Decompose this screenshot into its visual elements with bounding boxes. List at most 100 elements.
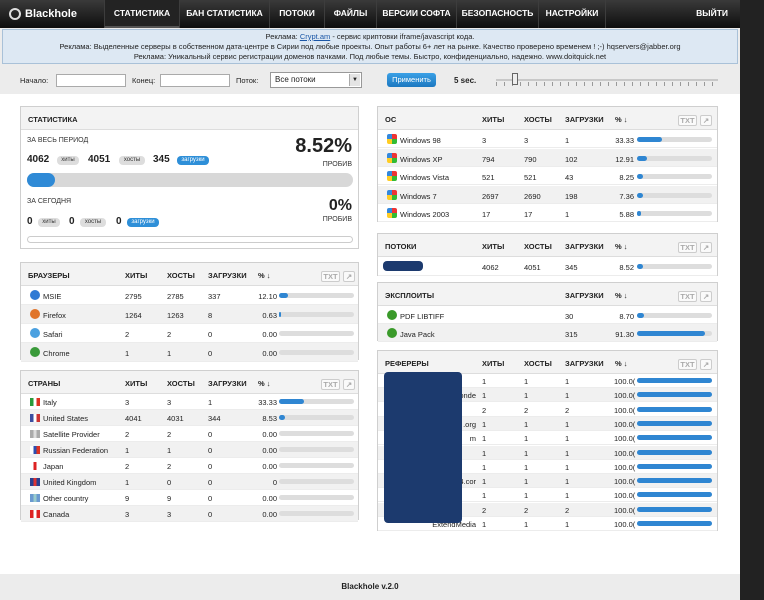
- pct-value: 91.30: [615, 330, 634, 339]
- exploit-name: PDF LIBTIFF: [400, 312, 445, 321]
- export-txt-button[interactable]: TXT: [321, 271, 340, 282]
- external-link-icon[interactable]: ↗: [343, 379, 355, 390]
- table-row[interactable]: Canada 3 3 0 0.00: [21, 506, 358, 522]
- windows-icon: [387, 134, 397, 144]
- col-pct: % ↓: [258, 379, 271, 388]
- table-row[interactable]: Windows XP 794 790 102 12.91: [378, 148, 717, 167]
- hits-value: 2: [125, 462, 130, 471]
- table-row[interactable]: Firefox 1264 1263 8 0.63: [21, 305, 358, 324]
- nav-files[interactable]: ФАЙЛЫ: [324, 0, 376, 28]
- flag-icon: [30, 446, 40, 454]
- export-txt-button[interactable]: TXT: [321, 379, 340, 390]
- loads-value: 2: [565, 505, 570, 515]
- table-row[interactable]: 4062 4051 345 8.52: [378, 257, 717, 276]
- panel-title: ПОТОКИ: [385, 242, 417, 251]
- table-row[interactable]: Other country 9 9 0 0.00: [21, 490, 358, 506]
- app-window: Blackhole СТАТИСТИКА БАН СТАТИСТИКА ПОТО…: [0, 0, 740, 600]
- table-row[interactable]: Windows 2003 17 17 1 5.88: [378, 204, 717, 222]
- ad-link[interactable]: Crypt.am: [300, 32, 330, 41]
- rate-bar-fill: [279, 399, 304, 404]
- nav-ban-stats[interactable]: БАН СТАТИСТИКА: [179, 0, 269, 28]
- loads-value: 1: [565, 520, 570, 529]
- loads-pill: загрузки: [127, 218, 159, 227]
- rate-bar-fill: [637, 420, 712, 426]
- pct-value: 100.0(: [614, 462, 636, 472]
- export-txt-button[interactable]: TXT: [678, 242, 697, 253]
- table-row[interactable]: Chrome 1 1 0 0.00: [21, 343, 358, 362]
- rate-bar: [637, 137, 712, 142]
- start-date-input[interactable]: [56, 74, 126, 87]
- hits-value: 2: [125, 430, 130, 439]
- total-rate-bar: [27, 173, 353, 187]
- export-txt-button[interactable]: TXT: [678, 291, 697, 302]
- table-row[interactable]: Windows 98 3 3 1 33.33: [378, 130, 717, 148]
- external-link-icon[interactable]: ↗: [700, 115, 712, 126]
- nav-soft-versions[interactable]: ВЕРСИИ СОФТА: [376, 0, 456, 28]
- table-row[interactable]: Italy 3 3 1 33.33: [21, 394, 358, 410]
- hosts-value: 4031: [167, 414, 184, 423]
- thread-select[interactable]: Все потоки ▼: [270, 72, 362, 88]
- panel-header: ЭКСПЛОИТЫ ЗАГРУЗКИ % ↓ TXT ↗: [378, 283, 717, 306]
- hits-value: 1: [482, 419, 487, 429]
- table-row[interactable]: United Kingdom 1 0 0 0: [21, 474, 358, 490]
- refresh-slider-handle[interactable]: [512, 73, 518, 85]
- footer-version: Blackhole v.2.0: [0, 574, 740, 600]
- today-rate-bar: [27, 236, 353, 243]
- external-link-icon[interactable]: ↗: [700, 359, 712, 370]
- refresh-slider-track[interactable]: [496, 79, 718, 81]
- hits-value: 1: [482, 520, 487, 529]
- apply-button[interactable]: Применить: [387, 73, 436, 87]
- table-row[interactable]: Satellite Provider 2 2 0 0.00: [21, 426, 358, 442]
- nav-stats[interactable]: СТАТИСТИКА: [104, 0, 179, 28]
- col-hits: ХИТЫ: [482, 242, 505, 251]
- external-link-icon[interactable]: ↗: [343, 271, 355, 282]
- ad-line-1: Реклама: Crypt.am - сервис криптовки ifr…: [3, 32, 737, 42]
- table-row[interactable]: Windows 7 2697 2690 198 7.36: [378, 185, 717, 204]
- logout-link[interactable]: ВЫЙТИ: [696, 0, 728, 28]
- os-name: Windows XP: [400, 154, 443, 164]
- stats-summary-panel: СТАТИСТИКА ЗА ВЕСЬ ПЕРИОД 4062 хиты 4051…: [20, 106, 359, 249]
- export-txt-button[interactable]: TXT: [678, 359, 697, 370]
- nav-security[interactable]: БЕЗОПАСНОСТЬ: [456, 0, 538, 28]
- pct-value: 100.0(: [614, 377, 636, 386]
- table-row[interactable]: Windows Vista 521 521 43 8.25: [378, 167, 717, 185]
- table-row[interactable]: Java Pack 315 91.30: [378, 324, 717, 342]
- hits-value: 1: [482, 491, 487, 501]
- exploit-bug-icon: [387, 328, 397, 338]
- end-date-input[interactable]: [160, 74, 230, 87]
- table-row[interactable]: Safari 2 2 0 0.00: [21, 324, 358, 343]
- rate-bar: [637, 506, 712, 512]
- export-txt-button[interactable]: TXT: [678, 115, 697, 126]
- col-loads: ЗАГРУЗКИ: [565, 291, 604, 300]
- chrome-icon: [30, 347, 40, 357]
- rate-bar: [637, 492, 712, 498]
- table-row[interactable]: Japan 2 2 0 0.00: [21, 458, 358, 474]
- rate-bar: [279, 511, 354, 516]
- hits-value: 1: [482, 448, 487, 458]
- loads-value: 1: [565, 419, 570, 429]
- nav-threads[interactable]: ПОТОКИ: [269, 0, 324, 28]
- external-link-icon[interactable]: ↗: [700, 291, 712, 302]
- total-hits: 4062: [27, 154, 50, 165]
- col-hosts: ХОСТЫ: [524, 242, 552, 251]
- loads-value: 198: [565, 191, 578, 201]
- exploits-panel: ЭКСПЛОИТЫ ЗАГРУЗКИ % ↓ TXT ↗ PDF LIBTIFF 30 8.7…: [377, 282, 718, 342]
- period-all-label: ЗА ВЕСЬ ПЕРИОД: [27, 137, 89, 144]
- country-name: Other country: [43, 494, 89, 503]
- country-name: United States: [43, 414, 89, 423]
- hits-value: 2795: [125, 292, 142, 301]
- app-logo[interactable]: Blackhole: [9, 7, 77, 21]
- table-row[interactable]: MSIE 2795 2785 337 12.10: [21, 286, 358, 305]
- pct-value: 33.33: [615, 136, 634, 145]
- rate-bar: [637, 463, 712, 469]
- ads-banner: Реклама: Crypt.am - сервис криптовки ifr…: [2, 29, 738, 64]
- rate-label: ПРОБИВ: [322, 161, 352, 168]
- table-row[interactable]: PDF LIBTIFF 30 8.70: [378, 306, 717, 324]
- rate-bar-fill: [637, 506, 712, 512]
- table-row[interactable]: United States 4041 4031 344 8.53: [21, 410, 358, 426]
- rate-bar-fill: [637, 155, 647, 161]
- table-row[interactable]: Russian Federation 1 1 0 0.00: [21, 442, 358, 458]
- external-link-icon[interactable]: ↗: [700, 242, 712, 253]
- hosts-value: 2: [167, 330, 172, 339]
- nav-settings[interactable]: НАСТРОЙКИ: [538, 0, 606, 28]
